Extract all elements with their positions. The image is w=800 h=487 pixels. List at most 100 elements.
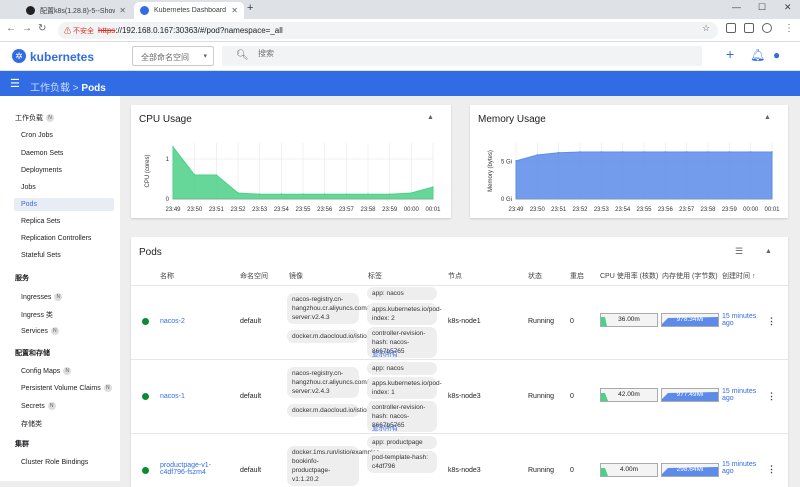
column-header-namespace[interactable]: 命名空间	[240, 271, 268, 281]
column-header-node[interactable]: 节点	[448, 271, 462, 281]
sidebar-item-stateful-sets[interactable]: Stateful Sets	[21, 252, 61, 259]
sidebar-item-deployments[interactable]: Deployments	[21, 167, 62, 174]
data-point	[302, 193, 304, 195]
filter-icon[interactable]: ☰	[735, 246, 743, 257]
x-tick-label: 00:01	[764, 207, 780, 213]
image-chip: docker.1ms.run/istio/examples-bookinfo-p…	[287, 446, 382, 486]
sidebar-item-cron-jobs[interactable]: Cron Jobs	[21, 132, 53, 139]
back-icon[interactable]: ←	[6, 23, 16, 34]
created-time-link[interactable]: 15 minutes ago	[722, 388, 762, 402]
sidebar-item-services[interactable]: Services N	[21, 327, 59, 335]
x-tick-label: 23:51	[551, 207, 567, 213]
sidebar-section-workloads[interactable]: 工作负载 N	[15, 113, 54, 123]
x-tick-label: 23:50	[530, 207, 546, 213]
namespace-selector[interactable]: 全部命名空间 ▾	[132, 46, 214, 66]
column-header-restarts[interactable]: 重启	[570, 271, 584, 281]
browser-tab-showdoc[interactable]: 配置k8s(1.28.8)-5--ShowDoc ✕	[20, 2, 132, 19]
data-point	[557, 151, 560, 154]
notifications-bell-icon[interactable]: 🔔︎	[750, 48, 765, 62]
close-tab-icon[interactable]: ✕	[231, 6, 238, 15]
hamburger-menu-icon[interactable]: ☰	[10, 77, 20, 90]
column-header-labels[interactable]: 标签	[368, 271, 382, 281]
close-tab-icon[interactable]: ✕	[119, 6, 126, 15]
sidebar-item-config-maps[interactable]: Config Maps N	[21, 367, 72, 375]
sidebar-section-service[interactable]: 服务	[15, 273, 29, 283]
extension-icon[interactable]	[726, 23, 736, 33]
profile-icon[interactable]	[762, 23, 772, 33]
sidebar-item-ingress-class[interactable]: Ingress 类	[21, 310, 53, 320]
search-box[interactable]: 🔍︎	[222, 46, 702, 66]
image-chip: docker.m.daocloud.io/istio/proxyv2:1.24.…	[287, 404, 411, 417]
show-all-labels-link[interactable]: 显示所有	[372, 422, 398, 432]
column-header-images[interactable]: 镜像	[289, 271, 303, 281]
browser-tab-dashboard[interactable]: Kubernetes Dashboard ✕	[134, 2, 244, 19]
app-header: ✲ kubernetes 全部命名空间 ▾ 🔍︎ + 🔔︎ ●	[0, 42, 800, 71]
sidebar-item-jobs[interactable]: Jobs	[21, 184, 36, 191]
url-field[interactable]: ⚠ 不安全 https ://192.168.0.167:30363/#/pod…	[58, 22, 718, 39]
account-icon[interactable]: ●	[773, 48, 780, 62]
column-header-status[interactable]: 状态	[528, 271, 542, 281]
bookmark-star-icon[interactable]: ☆	[702, 23, 710, 34]
kubernetes-logo-icon[interactable]: ✲	[12, 49, 26, 63]
cpu-usage-card: CPU Usage ▲ 23:49 23:50 23:51 23:52 23:53 23:…	[131, 105, 451, 218]
row-actions-menu-icon[interactable]: ⋮	[767, 391, 776, 402]
sidebar-item-pvc[interactable]: Persistent Volume Claims N	[21, 384, 112, 392]
sidebar-item-daemon-sets[interactable]: Daemon Sets	[21, 150, 63, 157]
memory-usage-chart: 23:49 23:50 23:51 23:52 23:53 23:54 23:55 23:56…	[488, 143, 780, 213]
pod-name-link[interactable]: nacos-1	[160, 393, 185, 400]
column-header-created[interactable]: 创建时间 ↑	[722, 271, 755, 281]
create-plus-icon[interactable]: +	[726, 46, 734, 62]
x-tick-label: 23:49	[165, 207, 181, 213]
breadcrumb-workloads[interactable]: 工作负载	[30, 83, 70, 94]
row-actions-menu-icon[interactable]: ⋮	[767, 316, 776, 327]
created-time-link[interactable]: 15 minutes ago	[722, 461, 762, 475]
sidebar-section-cluster[interactable]: 集群	[15, 439, 29, 449]
pod-name-link[interactable]: productpage-v1-c4df796-fszm4	[160, 462, 238, 476]
sidebar-item-storage-class[interactable]: 存储类	[21, 419, 42, 429]
kubernetes-favicon	[140, 6, 149, 15]
x-tick-label: 23:52	[230, 207, 246, 213]
pods-card-title: Pods	[139, 247, 162, 258]
browser-menu-icon[interactable]: ⋮	[784, 23, 794, 34]
puzzle-icon[interactable]	[744, 23, 754, 33]
row-actions-menu-icon[interactable]: ⋮	[767, 464, 776, 475]
forward-icon[interactable]: →	[22, 23, 32, 34]
x-tick-label: 23:59	[722, 207, 738, 213]
data-point	[685, 151, 688, 153]
cpu-usage-chart: 23:49 23:50 23:51 23:52 23:53 23:54 23:55 23:56…	[145, 143, 441, 213]
data-point	[388, 193, 391, 195]
namespaced-badge: N	[46, 114, 54, 123]
label-chip: pod-template-hash: c4df796	[367, 451, 437, 473]
sidebar-item-cluster-role-bindings[interactable]: Cluster Role Bindings	[21, 459, 88, 466]
maximize-icon[interactable]: ☐	[758, 2, 766, 13]
sidebar-item-secrets[interactable]: Secrets N	[21, 402, 56, 410]
column-header-memory[interactable]: 内存使用 (字节数)	[662, 271, 718, 281]
collapse-icon[interactable]: ▲	[765, 248, 772, 255]
sidebar-item-replica-sets[interactable]: Replica Sets	[21, 218, 60, 225]
pod-name-link[interactable]: nacos-2	[160, 318, 185, 325]
brand-name[interactable]: kubernetes	[30, 50, 94, 64]
search-input[interactable]	[258, 49, 558, 58]
created-time-link[interactable]: 15 minutes ago	[722, 313, 762, 327]
label-chip: app: nacos	[367, 362, 437, 375]
y-axis-label: Memory (bytes)	[488, 150, 494, 192]
new-tab-button[interactable]: +	[247, 2, 253, 14]
minimize-icon[interactable]: —	[732, 2, 741, 12]
area-series	[515, 151, 773, 200]
reload-icon[interactable]: ↻	[38, 23, 46, 34]
data-point	[664, 151, 667, 153]
column-header-cpu[interactable]: CPU 使用率 (核数)	[600, 271, 658, 281]
x-tick-label: 23:57	[339, 207, 355, 213]
browser-tab-bar: 配置k8s(1.28.8)-5--ShowDoc ✕ Kubernetes Da…	[0, 0, 800, 19]
x-tick-label: 23:53	[594, 207, 610, 213]
sidebar-item-pods[interactable]: Pods	[14, 198, 114, 211]
label-chip: apps.kubernetes.io/pod-index: 2	[367, 303, 442, 325]
sidebar-section-config[interactable]: 配置和存储	[15, 348, 50, 358]
data-point	[728, 151, 731, 153]
close-window-icon[interactable]: ✕	[784, 2, 792, 13]
column-header-name[interactable]: 名称	[160, 271, 174, 281]
sidebar-item-replication-controllers[interactable]: Replication Controllers	[21, 235, 91, 242]
not-secure-badge[interactable]: ⚠ 不安全	[64, 26, 94, 36]
show-all-labels-link[interactable]: 显示所有	[372, 348, 398, 358]
sidebar-item-ingresses[interactable]: Ingresses N	[21, 293, 63, 301]
